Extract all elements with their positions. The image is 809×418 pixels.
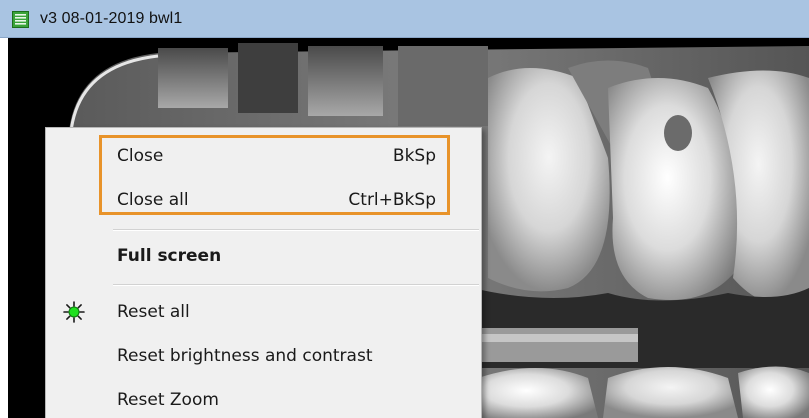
menu-item-label: Close all — [117, 190, 189, 210]
context-menu: Close BkSp Close all Ctrl+BkSp Full scre… — [45, 127, 482, 418]
menu-item-shortcut: BkSp — [392, 146, 436, 166]
menu-item-reset-brightness-contrast[interactable]: Reset brightness and contrast — [46, 340, 481, 372]
menu-separator — [113, 229, 479, 231]
menu-item-label: Reset all — [117, 302, 190, 322]
menu-item-full-screen[interactable]: Full screen — [46, 240, 481, 272]
menu-separator — [113, 284, 479, 286]
menu-item-label: Reset brightness and contrast — [117, 346, 373, 366]
menu-item-close-all[interactable]: Close all Ctrl+BkSp — [46, 184, 481, 216]
green-sun-icon — [63, 301, 85, 323]
menu-item-label: Reset Zoom — [117, 390, 219, 410]
list-document-icon[interactable] — [12, 11, 29, 28]
title-bar: v3 08-01-2019 bwl1 — [0, 0, 809, 38]
window-title: v3 08-01-2019 bwl1 — [40, 10, 183, 27]
menu-item-label: Full screen — [117, 246, 222, 266]
menu-item-shortcut: Ctrl+BkSp — [348, 190, 436, 210]
menu-item-label: Close — [117, 146, 164, 166]
menu-item-reset-all[interactable]: Reset all — [46, 296, 481, 328]
menu-item-close[interactable]: Close BkSp — [46, 140, 481, 172]
menu-item-reset-zoom[interactable]: Reset Zoom — [46, 384, 481, 416]
